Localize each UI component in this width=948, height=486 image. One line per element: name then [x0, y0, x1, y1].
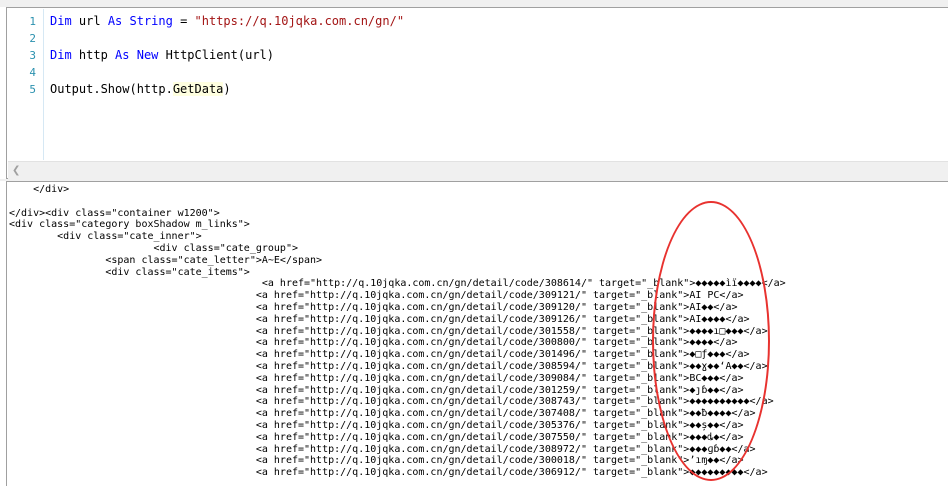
output-line: </div><div class="container w1200">	[9, 207, 220, 219]
line-number: 3	[29, 49, 36, 62]
line-number: 2	[29, 32, 36, 45]
output-line: <a href="http://q.10jqka.com.cn/gn/detai…	[9, 443, 756, 455]
string-literal: "https://q.10jqka.com.cn/gn/"	[194, 14, 405, 28]
horizontal-scrollbar[interactable]: ❮	[8, 161, 948, 179]
code-editor[interactable]: 1 2 3 4 5 Dim url As String = "https://q…	[6, 7, 948, 179]
identifier: http	[71, 48, 116, 62]
output-line: <div class="cate_group">	[9, 243, 298, 254]
output-line: <div class="cate_items">	[9, 266, 250, 278]
line-number: 1	[29, 15, 36, 28]
output-line: <a href="http://q.10jqka.com.cn/gn/detai…	[9, 290, 744, 302]
code-line-1[interactable]: Dim url As String = "https://q.10jqka.co…	[50, 13, 404, 30]
output-line: <a href="http://q.10jqka.com.cn/gn/detai…	[9, 408, 756, 420]
output-line: <div class="cate_inner">	[9, 231, 202, 243]
output-line: <a href="http://q.10jqka.com.cn/gn/detai…	[9, 420, 744, 431]
window-top-strip	[0, 0, 948, 7]
keyword: New	[129, 48, 159, 62]
output-line: <a href="http://q.10jqka.com.cn/gn/detai…	[9, 467, 768, 479]
line-number: 5	[29, 83, 36, 96]
output-line: <a href="http://q.10jqka.com.cn/gn/detai…	[9, 372, 744, 384]
keyword: Dim	[50, 48, 72, 62]
keyword: Dim	[50, 14, 72, 28]
operator: =	[172, 14, 195, 28]
highlighted-method: GetData	[172, 82, 224, 96]
line-number: 4	[29, 66, 36, 79]
output-line: <a href="http://q.10jqka.com.cn/gn/detai…	[9, 302, 738, 313]
identifier: url	[71, 14, 108, 28]
output-line: <span class="cate_letter">A~E</span>	[9, 254, 323, 266]
output-line: <a href="http://q.10jqka.com.cn/gn/detai…	[9, 384, 744, 396]
output-line: <a href="http://q.10jqka.com.cn/gn/detai…	[9, 337, 738, 349]
method-call-end: )	[223, 82, 231, 96]
output-line: <a href="http://q.10jqka.com.cn/gn/detai…	[9, 313, 750, 325]
scroll-left-icon[interactable]: ❮	[12, 165, 20, 176]
code-line-3[interactable]: Dim http As New HttpClient(url)	[50, 47, 274, 64]
output-line: </div>	[9, 184, 70, 195]
keyword: String	[122, 14, 173, 28]
code-line-5[interactable]: Output.Show(http.GetData)	[50, 81, 231, 98]
output-line: <a href="http://q.10jqka.com.cn/gn/detai…	[9, 431, 744, 443]
output-line: <a href="http://q.10jqka.com.cn/gn/detai…	[9, 455, 744, 467]
line-number-gutter: 1 2 3 4 5	[8, 9, 44, 160]
output-line: <a href="http://q.10jqka.com.cn/gn/detai…	[9, 349, 750, 361]
method-call: Output.Show(http.	[50, 82, 173, 96]
keyword: As	[115, 48, 130, 62]
output-panel[interactable]: </div> </div><div class="container w1200"…	[6, 181, 948, 486]
output-line: <div class="category boxShadow m_links">	[9, 219, 250, 231]
keyword: As	[107, 14, 123, 28]
red-annotation-ellipse	[652, 201, 770, 481]
constructor-call: HttpClient(url)	[158, 48, 274, 62]
